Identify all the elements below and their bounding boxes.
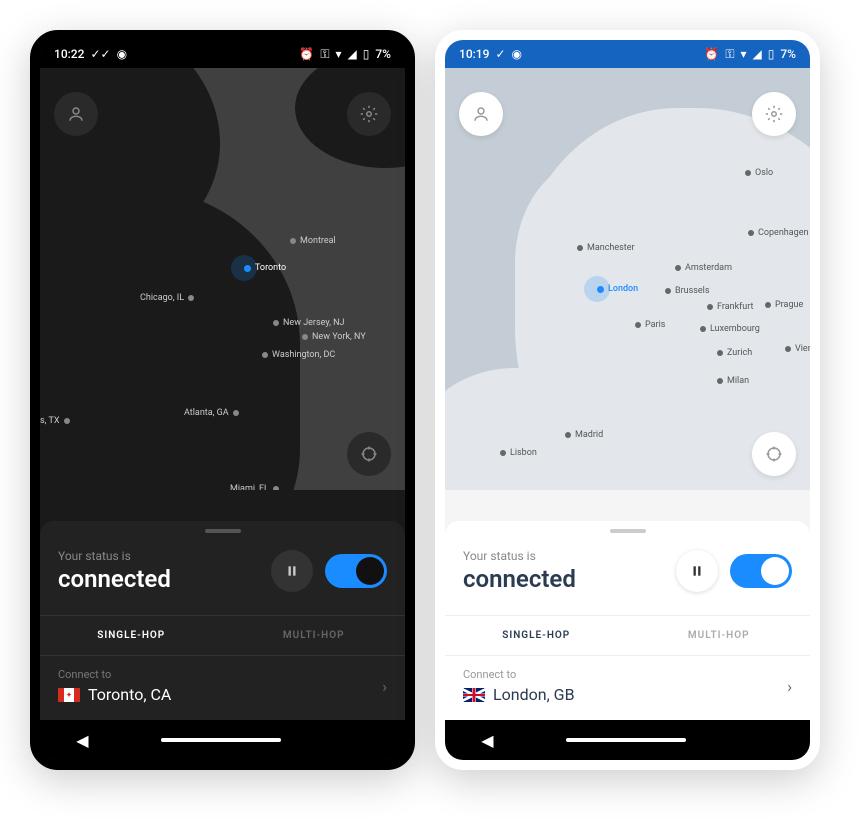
connect-location: London, GB	[493, 685, 575, 704]
city-marker[interactable]: New York, NY	[302, 332, 366, 342]
notif-icon: ✓	[495, 47, 505, 61]
chevron-right-icon: ›	[787, 677, 792, 696]
home-pill[interactable]	[161, 738, 281, 742]
connect-location: Toronto, CA	[88, 685, 171, 704]
status-text: Your status is connected	[58, 549, 259, 593]
bottom-sheet: Your status is connected SINGLE-HOP MULT…	[40, 521, 405, 720]
connection-toggle[interactable]	[325, 554, 387, 588]
tab-single-hop[interactable]: SINGLE-HOP	[40, 616, 223, 655]
connection-toggle[interactable]	[730, 554, 792, 588]
tab-multi-hop[interactable]: MULTI-HOP	[223, 616, 406, 655]
home-pill[interactable]	[566, 738, 686, 742]
tab-multi-hop[interactable]: MULTI-HOP	[628, 616, 811, 655]
signal-icon: ◢	[753, 47, 762, 61]
phone-dark: 10:22 ✓✓ ◉ ⏰ ⚿ ▾ ◢ ▯ 7% Montreal Toronto	[30, 30, 415, 770]
back-button[interactable]: ◀	[481, 731, 493, 750]
sheet-handle[interactable]	[610, 529, 646, 533]
city-marker[interactable]: Oslo	[745, 168, 773, 178]
bottom-sheet: Your status is connected SINGLE-HOP MULT…	[445, 521, 810, 720]
battery-icon: ▯	[363, 47, 370, 61]
notif-icon: ◉	[117, 47, 127, 61]
city-marker[interactable]: New Jersey, NJ	[273, 318, 345, 328]
status-text: Your status is connected	[463, 549, 664, 593]
city-marker[interactable]: Manchester	[577, 243, 635, 253]
city-marker-active[interactable]: London	[597, 284, 638, 294]
vpn-key-icon: ⚿	[725, 47, 734, 62]
hop-tabs: SINGLE-HOP MULTI-HOP	[40, 615, 405, 656]
city-marker[interactable]: Amsterdam	[675, 263, 732, 273]
notif-icon: ◉	[512, 47, 522, 61]
city-marker[interactable]: Washington, DC	[262, 350, 335, 360]
pause-button[interactable]	[676, 550, 718, 592]
city-marker[interactable]: Paris	[635, 320, 665, 330]
alarm-icon: ⏰	[704, 47, 719, 61]
settings-button[interactable]	[752, 92, 796, 136]
pause-button[interactable]	[271, 550, 313, 592]
city-marker-active[interactable]: Toronto	[244, 263, 286, 273]
city-marker[interactable]: Zurich	[717, 348, 752, 358]
vpn-key-icon: ⚿	[320, 47, 329, 62]
account-button[interactable]	[54, 92, 98, 136]
status-bar: 10:22 ✓✓ ◉ ⏰ ⚿ ▾ ◢ ▯ 7%	[40, 40, 405, 68]
tab-single-hop[interactable]: SINGLE-HOP	[445, 616, 628, 655]
clock: 10:19	[459, 47, 489, 61]
flag-gb-icon	[463, 688, 485, 702]
city-marker[interactable]: Frankfurt	[707, 302, 753, 312]
city-marker[interactable]: s, TX	[40, 416, 70, 426]
city-marker[interactable]: Atlanta, GA	[184, 408, 239, 418]
sheet-handle[interactable]	[205, 529, 241, 533]
city-marker[interactable]: Vienr	[785, 344, 810, 354]
city-marker[interactable]: Milan	[717, 376, 749, 386]
chevron-right-icon: ›	[382, 677, 387, 696]
phone-light: 10:19 ✓ ◉ ⏰ ⚿ ▾ ◢ ▯ 7% Oslo Copenhagen M…	[435, 30, 820, 770]
battery-icon: ▯	[768, 47, 775, 61]
battery-pct: 7%	[780, 47, 796, 61]
map-view[interactable]: Montreal Toronto Chicago, IL New Jersey,…	[40, 68, 405, 490]
clock: 10:22	[54, 47, 84, 61]
city-marker[interactable]: Miami, FL	[230, 484, 279, 490]
back-button[interactable]: ◀	[76, 731, 88, 750]
battery-pct: 7%	[375, 47, 391, 61]
city-marker[interactable]: Montreal	[290, 236, 336, 246]
alarm-icon: ⏰	[299, 47, 314, 61]
notif-icon: ✓✓	[90, 47, 110, 61]
city-marker[interactable]: Lisbon	[500, 448, 537, 458]
city-marker[interactable]: Copenhagen	[748, 228, 808, 238]
android-nav-bar: ◀ ▢	[445, 720, 810, 760]
connect-to-row[interactable]: Connect to ✦ Toronto, CA ›	[40, 656, 405, 720]
status-bar: 10:19 ✓ ◉ ⏰ ⚿ ▾ ◢ ▯ 7%	[445, 40, 810, 68]
signal-icon: ◢	[348, 47, 357, 61]
map-view[interactable]: Oslo Copenhagen Manchester Amsterdam Lon…	[445, 68, 810, 490]
locate-button[interactable]	[347, 432, 391, 476]
city-marker[interactable]: Brussels	[665, 286, 710, 296]
city-marker[interactable]: Madrid	[565, 430, 603, 440]
wifi-icon: ▾	[740, 47, 746, 61]
city-marker[interactable]: Luxembourg	[700, 324, 760, 334]
city-marker[interactable]: Chicago, IL	[140, 293, 194, 303]
flag-ca-icon: ✦	[58, 688, 80, 702]
locate-button[interactable]	[752, 432, 796, 476]
hop-tabs: SINGLE-HOP MULTI-HOP	[445, 615, 810, 656]
android-nav-bar: ◀ ▢	[40, 720, 405, 760]
settings-button[interactable]	[347, 92, 391, 136]
account-button[interactable]	[459, 92, 503, 136]
wifi-icon: ▾	[335, 47, 341, 61]
connect-to-row[interactable]: Connect to London, GB ›	[445, 656, 810, 720]
city-marker[interactable]: Prague	[765, 300, 803, 310]
